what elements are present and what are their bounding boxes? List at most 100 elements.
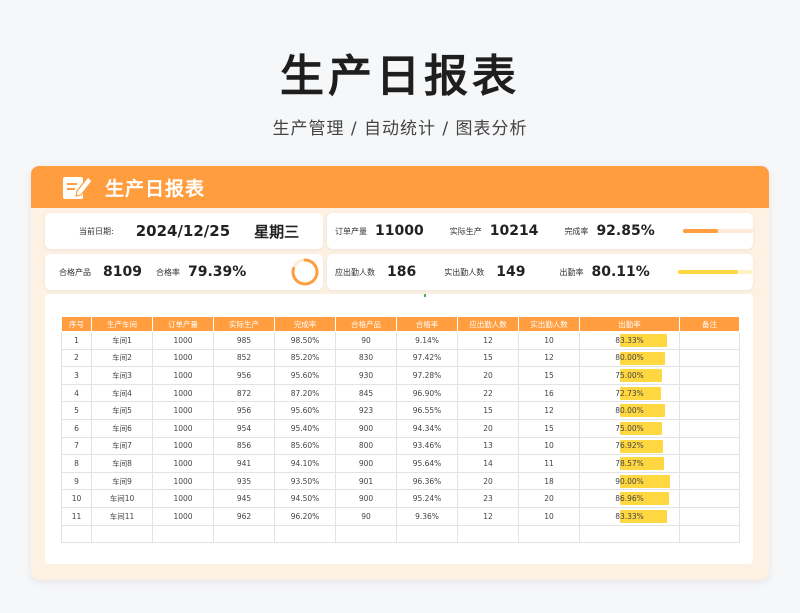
- table-cell[interactable]: 95.60%: [274, 401, 336, 420]
- table-cell[interactable]: 车间2: [91, 348, 153, 368]
- table-row[interactable]: 4 车间4 1000 872 87.20% 845 96.90% 22 16 72.73%: [61, 383, 740, 403]
- table-cell[interactable]: 车间1: [91, 331, 153, 350]
- table-cell[interactable]: [396, 524, 458, 544]
- attendance-cell[interactable]: 76.92%: [579, 436, 680, 456]
- table-cell[interactable]: 11: [518, 454, 580, 473]
- table-row[interactable]: 10 车间10 1000 945 94.50% 900 95.24% 23 20 86.96%: [61, 489, 740, 508]
- table-cell[interactable]: [61, 524, 92, 544]
- table-cell[interactable]: 20: [457, 471, 519, 491]
- attendance-cell[interactable]: 75.00%: [579, 366, 680, 385]
- table-cell[interactable]: 15: [457, 348, 519, 368]
- table-cell[interactable]: 13: [457, 436, 519, 456]
- table-row[interactable]: 3 车间3 1000 956 95.60% 930 97.28% 20 15 75.00%: [61, 366, 740, 385]
- table-row[interactable]: 1 车间1 1000 985 98.50% 90 9.14% 12 10 83.33%: [61, 331, 740, 350]
- table-cell[interactable]: 1000: [152, 418, 214, 438]
- table-cell[interactable]: 1000: [152, 366, 214, 385]
- column-header[interactable]: 应出勤人数: [457, 316, 519, 332]
- table-cell[interactable]: [152, 524, 214, 544]
- table-cell[interactable]: 95.60%: [274, 366, 336, 385]
- column-header[interactable]: 生产车间: [91, 316, 153, 332]
- table-cell[interactable]: 22: [457, 383, 519, 403]
- table-cell[interactable]: 96.20%: [274, 506, 336, 526]
- table-cell[interactable]: 23: [457, 489, 519, 508]
- table-cell[interactable]: 20: [518, 489, 580, 508]
- table-cell[interactable]: 9.14%: [396, 331, 458, 350]
- table-cell[interactable]: 20: [457, 366, 519, 385]
- column-header[interactable]: 出勤率: [579, 316, 680, 332]
- table-cell[interactable]: [679, 489, 740, 508]
- table-row[interactable]: 11 车间11 1000 962 96.20% 90 9.36% 12 10 83.33%: [61, 506, 740, 526]
- table-cell[interactable]: 车间6: [91, 418, 153, 438]
- column-header[interactable]: 实际生产: [213, 316, 275, 332]
- table-cell[interactable]: 12: [518, 401, 580, 420]
- column-header[interactable]: 序号: [61, 316, 92, 332]
- table-cell[interactable]: 11: [61, 506, 92, 526]
- column-header[interactable]: 备注: [679, 316, 740, 332]
- table-cell[interactable]: 1000: [152, 506, 214, 526]
- table-cell[interactable]: 车间3: [91, 366, 153, 385]
- table-cell[interactable]: 1000: [152, 331, 214, 350]
- table-cell[interactable]: 4: [61, 383, 92, 403]
- table-row[interactable]: 9 车间9 1000 935 93.50% 901 96.36% 20 18 90.00%: [61, 471, 740, 491]
- table-cell[interactable]: 1: [61, 331, 92, 350]
- table-cell[interactable]: 10: [61, 489, 92, 508]
- table-cell[interactable]: 93.50%: [274, 471, 336, 491]
- table-cell[interactable]: 车间7: [91, 436, 153, 456]
- table-cell[interactable]: [679, 436, 740, 456]
- table-cell[interactable]: 956: [213, 401, 275, 420]
- table-cell[interactable]: 935: [213, 471, 275, 491]
- table-cell[interactable]: [274, 524, 336, 544]
- table-cell[interactable]: 16: [518, 383, 580, 403]
- column-header[interactable]: 合格产品: [335, 316, 397, 332]
- table-cell[interactable]: 15: [518, 418, 580, 438]
- table-cell[interactable]: 97.28%: [396, 366, 458, 385]
- table-cell[interactable]: 95.40%: [274, 418, 336, 438]
- table-cell[interactable]: 962: [213, 506, 275, 526]
- table-cell[interactable]: [679, 418, 740, 438]
- table-cell[interactable]: 6: [61, 418, 92, 438]
- attendance-cell[interactable]: 75.00%: [579, 418, 680, 438]
- column-header[interactable]: 订单产量: [152, 316, 214, 332]
- table-row[interactable]: 2 车间2 1000 852 85.20% 830 97.42% 15 12 80.00%: [61, 348, 740, 368]
- table-cell[interactable]: 98.50%: [274, 331, 336, 350]
- table-cell[interactable]: [579, 524, 680, 544]
- table-cell[interactable]: 1000: [152, 401, 214, 420]
- table-cell[interactable]: 800: [335, 436, 397, 456]
- table-cell[interactable]: [91, 524, 153, 544]
- column-header[interactable]: 完成率: [274, 316, 336, 332]
- column-header[interactable]: 实出勤人数: [518, 316, 580, 332]
- table-cell[interactable]: 90: [335, 331, 397, 350]
- table-cell[interactable]: 8: [61, 454, 92, 473]
- table-row[interactable]: 6 车间6 1000 954 95.40% 900 94.34% 20 15 75.00%: [61, 418, 740, 438]
- table-cell[interactable]: 9.36%: [396, 506, 458, 526]
- table-cell[interactable]: [679, 524, 740, 544]
- table-cell[interactable]: 900: [335, 489, 397, 508]
- table-cell[interactable]: 956: [213, 366, 275, 385]
- table-cell[interactable]: 1000: [152, 348, 214, 368]
- table-cell[interactable]: 900: [335, 418, 397, 438]
- table-row[interactable]: 8 车间8 1000 941 94.10% 900 95.64% 14 11 78.57%: [61, 454, 740, 473]
- table-cell[interactable]: 车间4: [91, 383, 153, 403]
- table-cell[interactable]: 12: [518, 348, 580, 368]
- table-cell[interactable]: 872: [213, 383, 275, 403]
- table-cell[interactable]: 车间10: [91, 489, 153, 508]
- table-cell[interactable]: 3: [61, 366, 92, 385]
- table-cell[interactable]: 94.10%: [274, 454, 336, 473]
- table-cell[interactable]: 12: [457, 331, 519, 350]
- table-cell[interactable]: [518, 524, 580, 544]
- table-row[interactable]: 5 车间5 1000 956 95.60% 923 96.55% 15 12 80.00%: [61, 401, 740, 420]
- column-header[interactable]: 合格率: [396, 316, 458, 332]
- table-cell[interactable]: 97.42%: [396, 348, 458, 368]
- table-cell[interactable]: 94.50%: [274, 489, 336, 508]
- table-cell[interactable]: 车间5: [91, 401, 153, 420]
- table-cell[interactable]: 1000: [152, 454, 214, 473]
- table-cell[interactable]: 90: [335, 506, 397, 526]
- table-cell[interactable]: 14: [457, 454, 519, 473]
- table-cell[interactable]: 923: [335, 401, 397, 420]
- table-cell[interactable]: 车间8: [91, 454, 153, 473]
- table-cell[interactable]: 1000: [152, 489, 214, 508]
- attendance-cell[interactable]: 83.33%: [579, 331, 680, 350]
- table-cell[interactable]: 930: [335, 366, 397, 385]
- table-cell[interactable]: 20: [457, 418, 519, 438]
- table-cell[interactable]: 7: [61, 436, 92, 456]
